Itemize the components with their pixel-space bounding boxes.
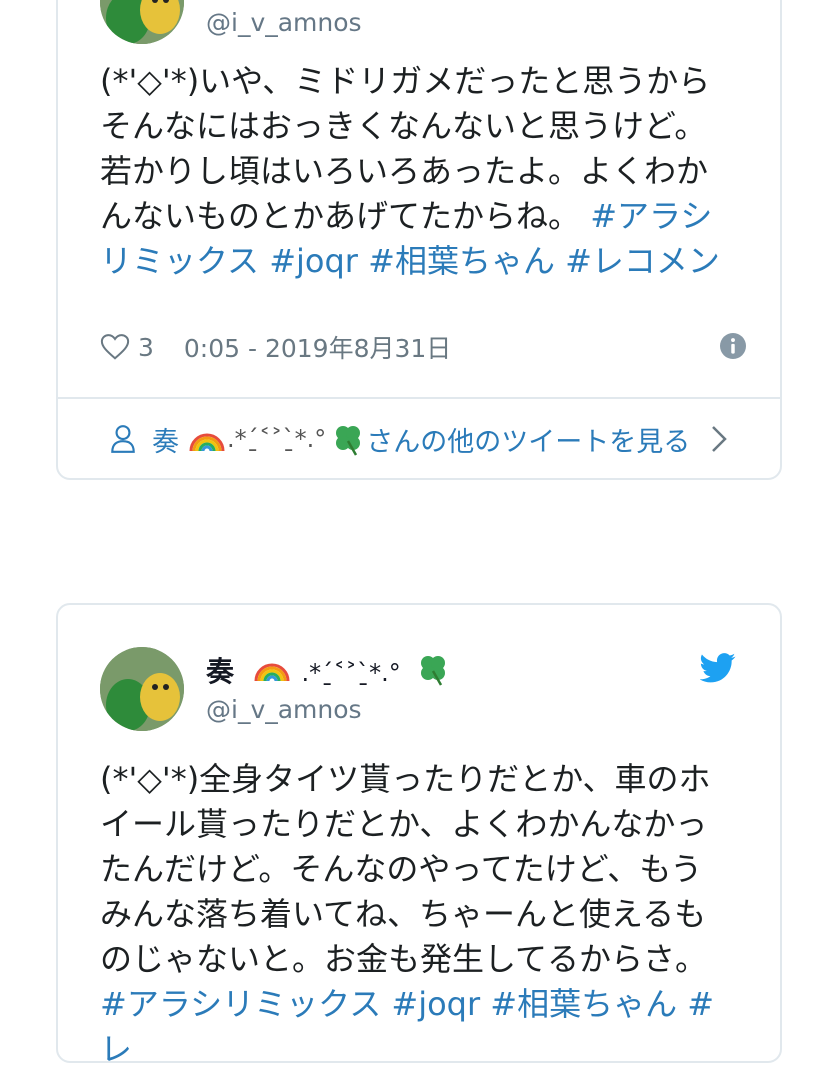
tweet-line: んないものとかあげてたからね。 [100, 197, 581, 235]
user-handle[interactable]: @i_v_amnos [206, 8, 362, 37]
hashtag-link[interactable]: リミックス #joqr #相葉ちゃん #レコメン [100, 242, 720, 280]
more-user-name: 奏 [152, 426, 179, 458]
heart-icon[interactable] [100, 333, 130, 361]
more-tweets-label: さんの他のツイートを見る [366, 426, 691, 458]
display-name-row[interactable]: 奏 .*ˊ̱˂˃ˋ̱*.° [206, 650, 451, 690]
tweet-line: たんだけど。そんなのやってたけど、もう [100, 850, 703, 888]
rainbow-emoji [189, 433, 225, 452]
tweet-card-1: @i_v_amnos (*'◇'*)いや、ミドリガメだったと思うから そんなには… [56, 0, 782, 480]
divider [58, 397, 780, 399]
more-kaomoji: .*ˊ̱˂˃ˋ̱*.° [227, 425, 327, 453]
clover-emoji [420, 656, 445, 686]
twitter-bird-icon[interactable] [700, 653, 736, 683]
tweet-line: (*'◇'*)全身タイツ貰ったりだとか、車のホ [100, 760, 711, 798]
tweet-line: みんな落ち着いてね、ちゃーんと使えるも [100, 895, 707, 933]
avatar[interactable] [100, 647, 184, 731]
like-count: 3 [138, 332, 154, 362]
clover-emoji [336, 426, 361, 456]
info-icon[interactable] [720, 333, 746, 359]
tweet-card-2: 奏 .*ˊ̱˂˃ˋ̱*.° @i_v_amnos (*'◇'*)全身タイツ貰った… [56, 603, 782, 1068]
more-tweets-link[interactable]: 奏 .*ˊ̱˂˃ˋ̱*.° さんの他のツイートを見る [110, 414, 728, 464]
hashtag-link[interactable]: #アラシ [590, 197, 712, 235]
rainbow-emoji [254, 663, 290, 682]
tweet-line: 若かりし頃はいろいろあったよ。よくわか [100, 152, 709, 190]
timestamp[interactable]: 0:05 - 2019年8月31日 [184, 329, 451, 365]
tweet-text: (*'◇'*)いや、ミドリガメだったと思うから そんなにはおっきくなんないと思う… [100, 59, 740, 284]
display-name: 奏 [206, 655, 235, 688]
tweet-line: イール貰ったりだとか、よくわかんなかっ [100, 805, 708, 843]
tweet-text: (*'◇'*)全身タイツ貰ったりだとか、車のホ イール貰ったりだとか、よくわかん… [100, 757, 740, 1072]
hashtag-link[interactable]: #アラシリミックス #joqr #相葉ちゃん #レ [100, 985, 714, 1068]
avatar[interactable] [100, 0, 184, 44]
kaomoji: .*ˊ̱˂˃ˋ̱*.° [301, 659, 401, 687]
chevron-right-icon[interactable] [710, 424, 728, 454]
user-handle[interactable]: @i_v_amnos [206, 695, 362, 724]
tweet-line: (*'◇'*)いや、ミドリガメだったと思うから [100, 62, 711, 100]
tweet-line: のじゃないと。お金も発生してるからさ。 [100, 940, 708, 978]
user-icon [111, 425, 135, 453]
tweet-line: そんなにはおっきくなんないと思うけど。 [100, 107, 707, 145]
tweet-meta: 3 0:05 - 2019年8月31日 [100, 327, 746, 367]
